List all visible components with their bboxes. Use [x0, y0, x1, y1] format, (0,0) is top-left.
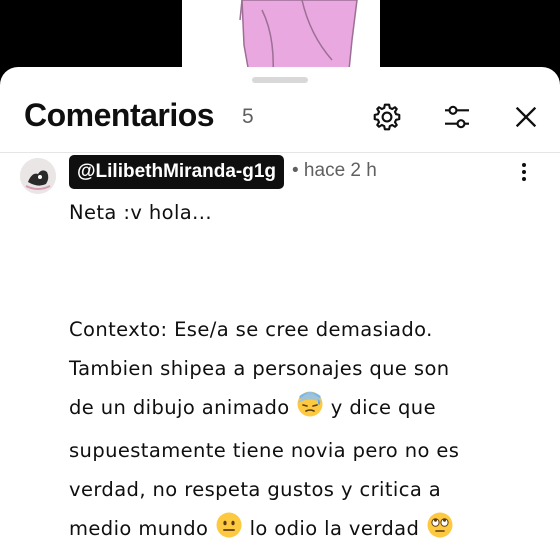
- comment-line: supuestamente tiene novia pero no es: [69, 439, 460, 462]
- dot: [522, 170, 526, 174]
- comment-body: Neta :v hola... Contexto: Ese/a se cree …: [69, 193, 539, 552]
- comments-title: Comentarios: [24, 97, 215, 133]
- settings-button[interactable]: [369, 99, 405, 135]
- avatar-image: [20, 158, 56, 194]
- comment-line: de un dibujo animado y dice que: [69, 388, 539, 431]
- comment-line: medio mundo lo odio la verdad: [69, 509, 539, 552]
- comment-text: de un dibujo animado: [69, 396, 290, 419]
- comment-author[interactable]: @LilibethMiranda-g1g: [69, 155, 285, 189]
- sliders-icon: [445, 105, 469, 129]
- avatar[interactable]: [20, 158, 56, 194]
- drag-handle[interactable]: [252, 77, 308, 83]
- eye-roll-face-icon: [426, 511, 454, 552]
- comment-line: Tambien shipea a personajes que son: [69, 357, 450, 380]
- comment-line: Contexto: Ese/a se cree demasiado.: [69, 318, 433, 341]
- comment-timestamp: • hace 2 h: [292, 160, 377, 181]
- dot: [522, 177, 526, 181]
- blank-lines: [69, 232, 539, 310]
- filter-button[interactable]: [439, 99, 475, 135]
- comment-text: y dice que: [330, 396, 436, 419]
- comment-line: Neta :v hola...: [69, 201, 212, 224]
- dot: [522, 163, 526, 167]
- comment-text: medio mundo: [69, 517, 209, 540]
- comment-line: verdad, no respeta gustos y critica a: [69, 478, 442, 501]
- comment-text: lo odio la verdad: [249, 517, 420, 540]
- close-icon: [515, 106, 537, 128]
- comments-header: Comentarios 5: [0, 89, 560, 149]
- close-button[interactable]: [508, 99, 544, 135]
- gear-icon: [373, 103, 401, 131]
- neutral-face-icon: [215, 511, 243, 552]
- downcast-sweat-face-icon: [296, 390, 324, 431]
- more-options-button[interactable]: [514, 159, 534, 185]
- comments-count: 5: [242, 105, 254, 128]
- comments-panel: Comentarios 5 @LilibethMiranda-g1g • hac…: [0, 67, 560, 560]
- header-divider: [0, 152, 560, 153]
